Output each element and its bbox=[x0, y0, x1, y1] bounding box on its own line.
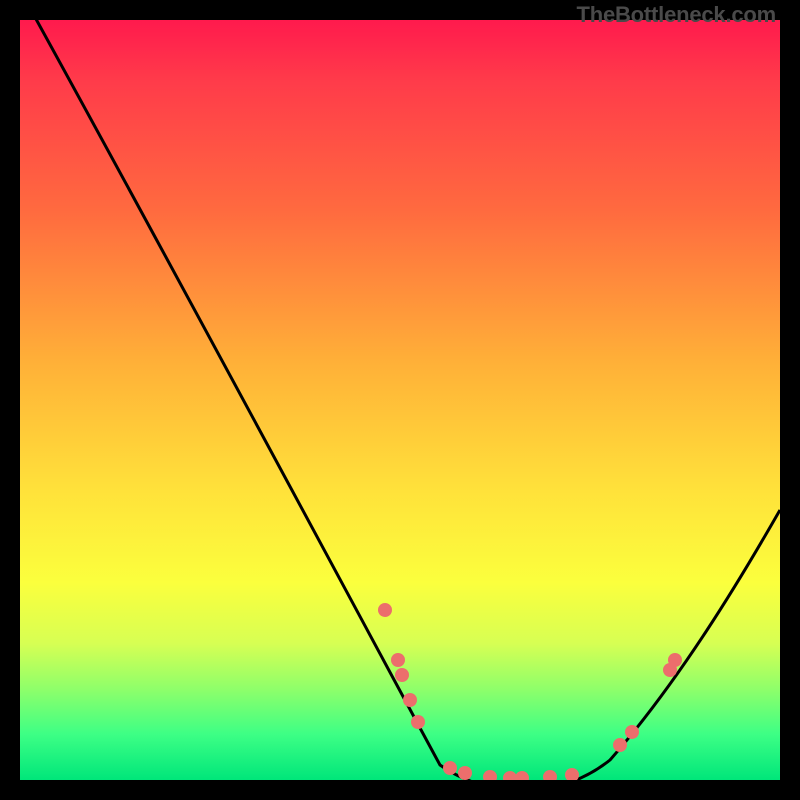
watermark: TheBottleneck.com bbox=[576, 2, 776, 28]
data-point bbox=[668, 653, 682, 667]
chart-frame bbox=[20, 20, 780, 780]
data-point bbox=[403, 693, 417, 707]
data-point bbox=[458, 766, 472, 780]
data-point bbox=[565, 768, 579, 780]
data-points bbox=[378, 603, 682, 780]
data-point bbox=[391, 653, 405, 667]
data-point bbox=[378, 603, 392, 617]
data-point bbox=[503, 771, 517, 780]
data-point bbox=[543, 770, 557, 780]
data-point bbox=[411, 715, 425, 729]
data-point bbox=[395, 668, 409, 682]
data-point bbox=[613, 738, 627, 752]
curve-overlay bbox=[20, 20, 780, 780]
data-point bbox=[443, 761, 457, 775]
data-point bbox=[625, 725, 639, 739]
data-point bbox=[515, 771, 529, 780]
data-point bbox=[483, 770, 497, 780]
